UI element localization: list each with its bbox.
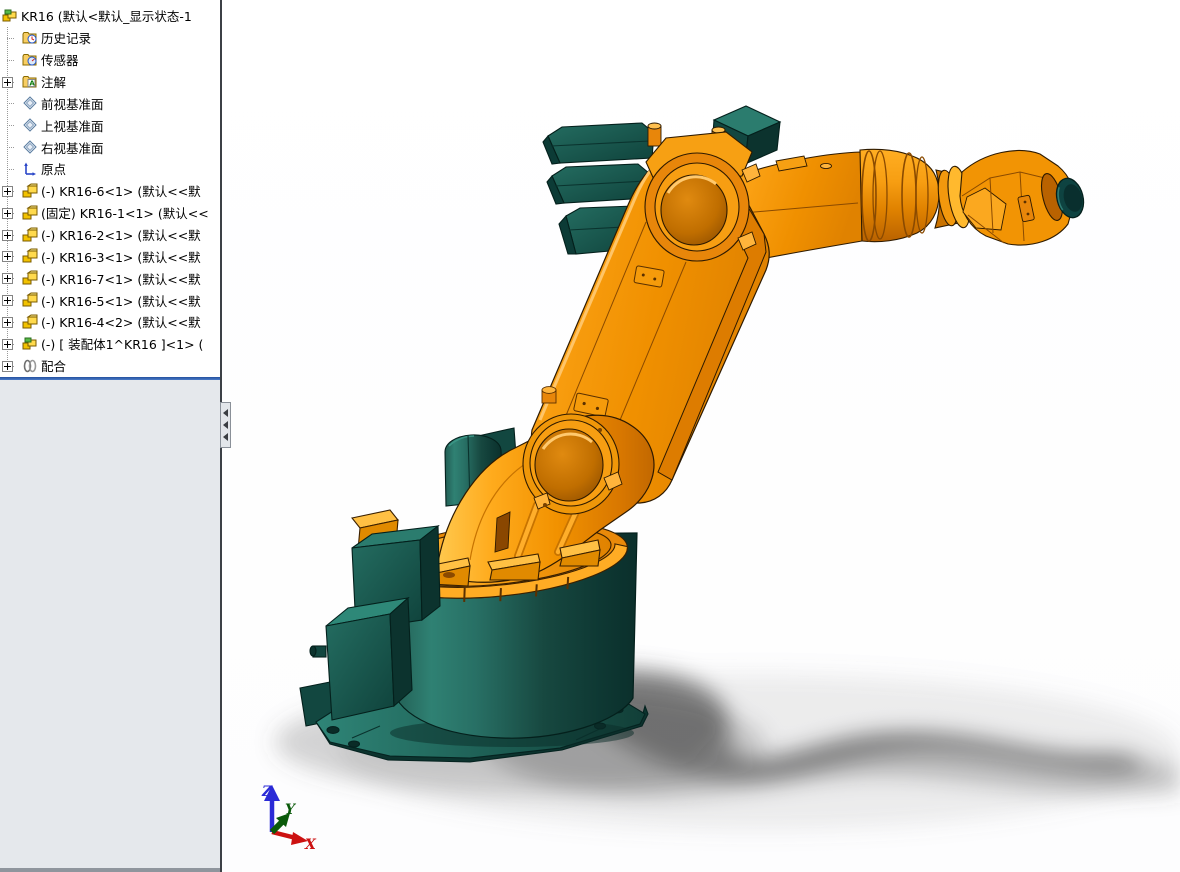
robot-forearm[interactable] <box>734 148 969 264</box>
tree-item-15[interactable]: 配合 <box>0 355 220 377</box>
plane-icon <box>22 139 38 155</box>
collapse-arrow-icon <box>223 409 228 417</box>
tree-item-label: (-) KR16-2<1> (默认<<默 <box>41 228 201 244</box>
triad-x-label: X <box>304 837 317 853</box>
tree-item-label: (-) KR16-4<2> (默认<<默 <box>41 315 201 331</box>
tree-item-label: 原点 <box>41 162 67 178</box>
part-icon <box>22 270 38 286</box>
tree-guide-stub <box>7 103 14 105</box>
tree-item-6[interactable]: 原点 <box>0 158 220 180</box>
tree-item-7[interactable]: (-) KR16-6<1> (默认<<默 <box>0 180 220 202</box>
tree-item-2[interactable]: A 注解 <box>0 71 220 93</box>
tree-item-label: 传感器 <box>41 53 79 69</box>
expander-plus-icon[interactable] <box>2 76 13 88</box>
tree-root-item[interactable]: KR16 (默认<默认_显示状态-1 <box>0 5 220 27</box>
tree-item-label: (固定) KR16-1<1> (默认<< <box>41 206 209 222</box>
tree-item-5[interactable]: 右视基准面 <box>0 136 220 158</box>
tree-item-9[interactable]: (-) KR16-2<1> (默认<<默 <box>0 224 220 246</box>
expander-plus-icon[interactable] <box>2 295 13 307</box>
svg-text:A: A <box>29 79 35 87</box>
tree-item-label: (-) KR16-5<1> (默认<<默 <box>41 293 201 309</box>
solidworks-window: KR16 (默认<默认_显示状态-1 历史记录传感器 A 注解前视基准面上视基准面右视… <box>0 0 1180 872</box>
origin-icon <box>22 161 38 177</box>
tree-item-label: (-) KR16-3<1> (默认<<默 <box>41 249 201 265</box>
expander-plus-icon[interactable] <box>2 251 13 263</box>
expander-plus-icon[interactable] <box>2 338 13 350</box>
tree-item-13[interactable]: (-) KR16-4<2> (默认<<默 <box>0 311 220 333</box>
tree-item-10[interactable]: (-) KR16-3<1> (默认<<默 <box>0 245 220 267</box>
tree-item-0[interactable]: 历史记录 <box>0 27 220 49</box>
tree-item-1[interactable]: 传感器 <box>0 49 220 71</box>
feature-manager-panel: KR16 (默认<默认_显示状态-1 历史记录传感器 A 注解前视基准面上视基准面右视… <box>0 0 222 872</box>
expander-plus-icon[interactable] <box>2 229 13 241</box>
subassembly-icon <box>22 336 38 352</box>
tree-item-3[interactable]: 前视基准面 <box>0 92 220 114</box>
graphics-viewport[interactable]: Z Y X <box>222 0 1180 872</box>
expander-plus-icon[interactable] <box>2 316 13 328</box>
plane-icon <box>22 117 38 133</box>
orientation-triad: Z Y X <box>261 784 317 853</box>
robot-model-3d[interactable]: Z Y X <box>222 0 1180 872</box>
collapse-arrow-icon <box>223 421 228 429</box>
tree-item-label: 注解 <box>41 75 67 90</box>
tree-guide-stub <box>7 125 14 127</box>
part-icon <box>22 227 38 243</box>
tree-item-14[interactable]: (-) [ 装配体1^KR16 ]<1> ( <box>0 333 220 355</box>
assembly-icon <box>2 8 18 24</box>
part-icon <box>22 205 38 221</box>
tree-item-label: (-) KR16-6<1> (默认<<默 <box>41 184 201 200</box>
tree-item-label: 配合 <box>41 359 67 375</box>
tree-item-label: (-) KR16-7<1> (默认<<默 <box>41 271 201 287</box>
expander-plus-icon[interactable] <box>2 207 13 219</box>
tree-item-8[interactable]: (固定) KR16-1<1> (默认<< <box>0 202 220 224</box>
history-folder-icon <box>22 30 38 46</box>
tree-guide-stub <box>7 168 14 170</box>
tree-item-11[interactable]: (-) KR16-7<1> (默认<<默 <box>0 267 220 289</box>
sensors-folder-icon <box>22 52 38 68</box>
tree-guide-stub <box>7 147 14 149</box>
tree-item-label: (-) [ 装配体1^KR16 ]<1> ( <box>41 337 204 353</box>
collapse-arrow-icon <box>223 433 228 441</box>
expander-plus-icon[interactable] <box>2 273 13 285</box>
hose-mount[interactable] <box>541 386 557 404</box>
tree-item-label: 右视基准面 <box>41 140 104 156</box>
part-icon <box>22 248 38 264</box>
plane-icon <box>22 95 38 111</box>
tree-item-4[interactable]: 上视基准面 <box>0 114 220 136</box>
triad-z-label: Z <box>261 784 273 800</box>
part-icon <box>22 314 38 330</box>
expander-plus-icon[interactable] <box>2 360 13 372</box>
mates-icon <box>22 358 38 374</box>
tree-item-label: 前视基准面 <box>41 96 104 112</box>
expander-plus-icon[interactable] <box>2 185 13 197</box>
part-icon <box>22 292 38 308</box>
tree-item-label: 历史记录 <box>41 31 92 47</box>
panel-splitter-handle[interactable] <box>220 402 231 448</box>
robot-wrist[interactable] <box>935 150 1087 246</box>
annotations-folder-icon: A <box>22 74 38 90</box>
tree-guide-stub <box>7 37 14 39</box>
tree-item-12[interactable]: (-) KR16-5<1> (默认<<默 <box>0 289 220 311</box>
feature-tree: KR16 (默认<默认_显示状态-1 历史记录传感器 A 注解前视基准面上视基准面右视… <box>0 0 220 377</box>
feature-panel-lower-pane <box>0 380 220 872</box>
triad-y-label: Y <box>285 802 297 818</box>
tree-guide-stub <box>7 59 14 61</box>
part-icon <box>22 183 38 199</box>
tree-item-label: 上视基准面 <box>41 118 104 134</box>
tree-item-label: KR16 (默认<默认_显示状态-1 <box>21 9 192 25</box>
